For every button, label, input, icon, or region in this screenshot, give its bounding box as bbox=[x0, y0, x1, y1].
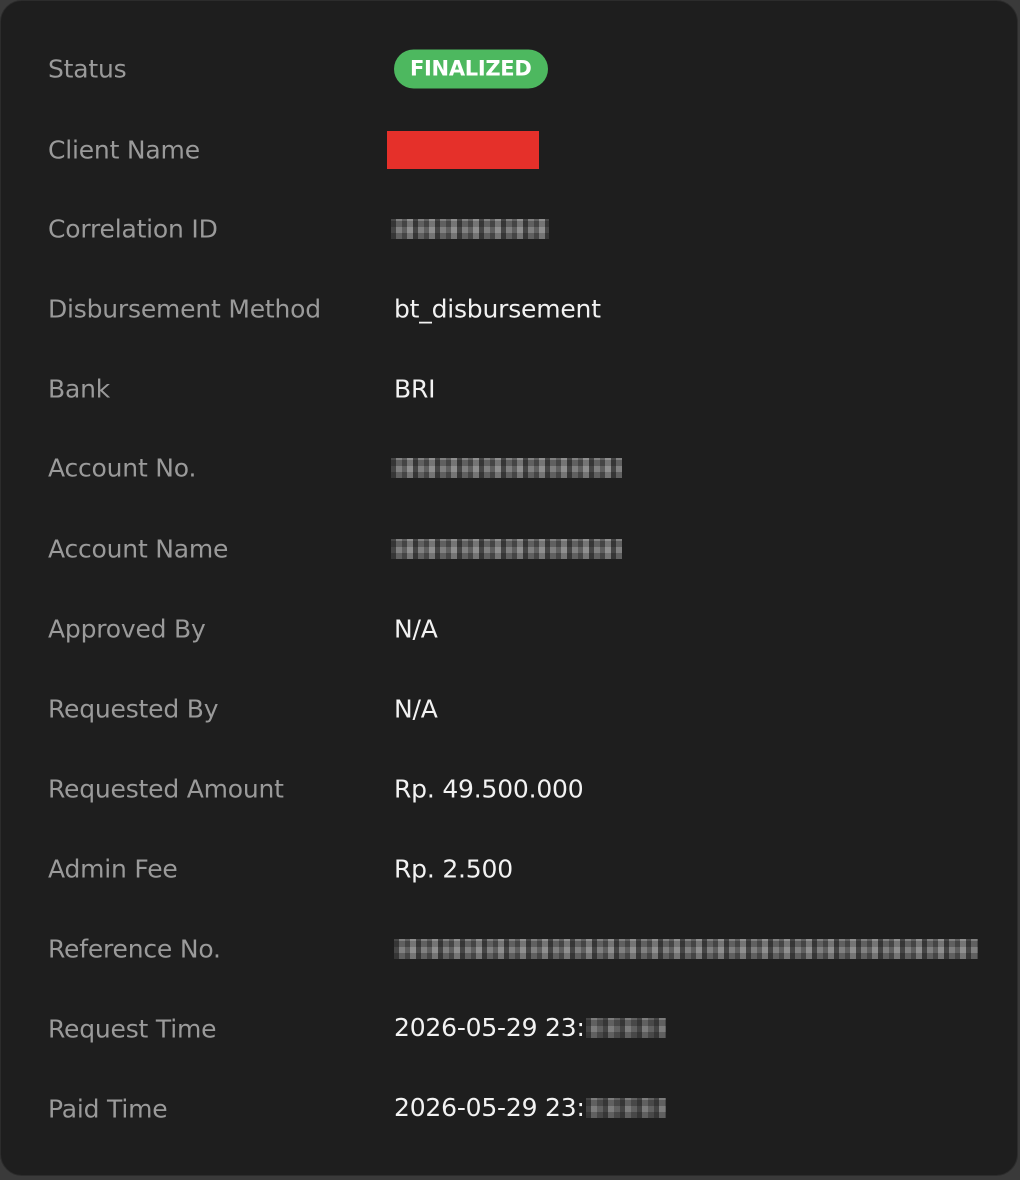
bank-value: BRI bbox=[394, 374, 436, 404]
paid-time-value-wrap: 2026-05-29 23: bbox=[394, 1093, 666, 1125]
requested-amount-value: Rp. 49.500.000 bbox=[394, 774, 584, 804]
disbursement-detail-card: Status FINALIZED Client Name Correlation… bbox=[0, 0, 1018, 1176]
approved-by-row: Approved By N/A bbox=[1, 599, 1017, 659]
admin-fee-row: Admin Fee Rp. 2.500 bbox=[1, 839, 1017, 899]
paid-time-pixelated-seconds bbox=[585, 1097, 666, 1118]
admin-fee-label: Admin Fee bbox=[48, 854, 178, 884]
requested-by-row: Requested By N/A bbox=[1, 679, 1017, 739]
requested-by-value: N/A bbox=[394, 694, 438, 724]
status-label: Status bbox=[48, 54, 127, 84]
account-name-pixelated-value bbox=[391, 539, 622, 559]
correlation-id-label: Correlation ID bbox=[48, 214, 218, 244]
paid-time-label: Paid Time bbox=[48, 1094, 168, 1124]
approved-by-value: N/A bbox=[394, 614, 438, 644]
request-time-value: 2026-05-29 23: bbox=[394, 1013, 585, 1042]
bank-label: Bank bbox=[48, 374, 110, 404]
requested-amount-row: Requested Amount Rp. 49.500.000 bbox=[1, 759, 1017, 819]
bank-row: Bank BRI bbox=[1, 359, 1017, 419]
account-no-label: Account No. bbox=[48, 453, 197, 483]
requested-by-label: Requested By bbox=[48, 694, 219, 724]
disbursement-method-row: Disbursement Method bt_disbursement bbox=[1, 279, 1017, 339]
correlation-id-row: Correlation ID bbox=[1, 199, 1017, 259]
request-time-label: Request Time bbox=[48, 1014, 217, 1044]
paid-time-value: 2026-05-29 23: bbox=[394, 1093, 585, 1122]
client-name-redaction bbox=[387, 131, 539, 169]
client-name-label: Client Name bbox=[48, 135, 200, 165]
request-time-row: Request Time 2026-05-29 23: bbox=[1, 999, 1017, 1059]
account-name-row: Account Name bbox=[1, 519, 1017, 579]
reference-no-pixelated-value bbox=[394, 939, 978, 959]
requested-amount-label: Requested Amount bbox=[48, 774, 284, 804]
paid-time-row: Paid Time 2026-05-29 23: bbox=[1, 1079, 1017, 1139]
account-no-pixelated-value bbox=[391, 458, 622, 478]
account-no-row: Account No. bbox=[1, 438, 1017, 498]
status-row: Status FINALIZED bbox=[1, 39, 1017, 99]
status-badge: FINALIZED bbox=[394, 49, 548, 89]
client-name-row: Client Name bbox=[1, 120, 1017, 180]
reference-no-label: Reference No. bbox=[48, 934, 221, 964]
reference-no-row: Reference No. bbox=[1, 919, 1017, 979]
request-time-value-wrap: 2026-05-29 23: bbox=[394, 1013, 666, 1045]
disbursement-method-value: bt_disbursement bbox=[394, 294, 601, 324]
correlation-id-pixelated-value bbox=[391, 219, 549, 239]
approved-by-label: Approved By bbox=[48, 614, 206, 644]
account-name-label: Account Name bbox=[48, 534, 229, 564]
disbursement-method-label: Disbursement Method bbox=[48, 294, 321, 324]
request-time-pixelated-seconds bbox=[585, 1017, 666, 1038]
admin-fee-value: Rp. 2.500 bbox=[394, 854, 513, 884]
